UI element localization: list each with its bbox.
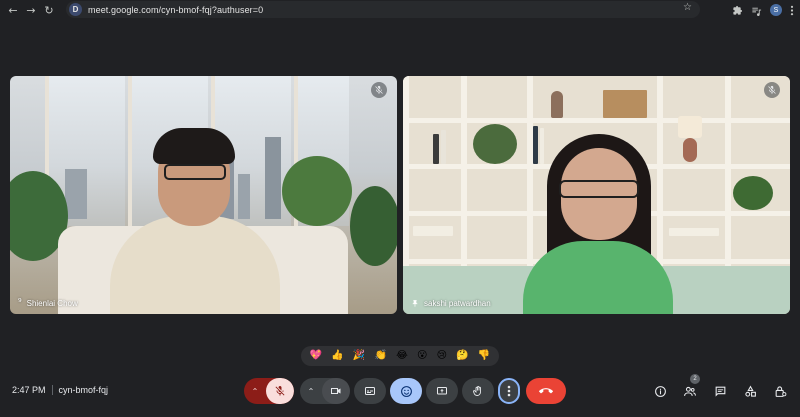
divider [51, 385, 53, 395]
shelf-divider [725, 76, 731, 266]
media-controls-icon[interactable] [751, 5, 762, 16]
mic-muted-icon [764, 82, 780, 98]
mic-control-group: ⌃ [244, 378, 294, 404]
people-button[interactable]: 2 [682, 374, 700, 399]
participant-tile-shienlai[interactable]: ⁹ Shienlai Chow [10, 76, 397, 314]
closed-caption-icon [365, 387, 375, 395]
more-vert-icon [507, 385, 511, 397]
mic-toggle-button[interactable] [266, 378, 294, 404]
bookmark-star-icon[interactable]: ☆ [683, 2, 692, 13]
activities-button[interactable] [742, 383, 758, 399]
profile-avatar[interactable]: S [770, 4, 782, 16]
more-options-button[interactable] [498, 378, 520, 404]
meeting-time: 2:47 PM [12, 385, 46, 395]
book [441, 130, 446, 164]
host-controls-button[interactable] [772, 383, 788, 399]
reaction-thumbs-down[interactable]: 👎 [478, 351, 490, 361]
leave-call-button[interactable] [526, 378, 566, 404]
mic-off-icon [275, 386, 285, 396]
book [413, 226, 453, 236]
address-bar[interactable]: D meet.google.com/cyn-bmof-fqj?authuser=… [66, 1, 700, 18]
chat-button[interactable] [712, 383, 728, 399]
browser-actions: S [732, 0, 800, 20]
reactions-button[interactable] [390, 378, 422, 404]
participant-name: sakshi patwardhan [424, 299, 491, 308]
participant-name-tag: ⁹ Shienlai Chow [18, 298, 78, 308]
call-end-icon [539, 388, 553, 394]
skyline-building [265, 137, 281, 219]
shelf-plant [473, 124, 517, 164]
mic-options-button[interactable]: ⌃ [244, 378, 266, 404]
browser-menu-icon[interactable] [790, 5, 794, 16]
pin-icon [411, 299, 419, 308]
book [433, 134, 439, 164]
chat-icon [715, 386, 725, 397]
url-text[interactable]: meet.google.com/cyn-bmof-fqj?authuser=0 [88, 5, 263, 15]
emoji-icon [400, 385, 412, 397]
forward-icon[interactable]: → [22, 1, 40, 19]
camera-control-group: ⌃ [300, 378, 350, 404]
host-controls-icon [775, 385, 786, 397]
raise-hand-icon [473, 386, 481, 396]
shelf-divider [403, 76, 409, 266]
shelf-divider [461, 76, 467, 266]
lamp [678, 116, 702, 138]
people-icon [684, 386, 696, 396]
participant-name-tag: sakshi patwardhan [411, 299, 491, 308]
meet-stage: ⁹ Shienlai Chow sakshi patwardhan 💖 👍 🎉 … [0, 20, 800, 417]
lamp-base [683, 138, 697, 162]
plant-far-right [350, 186, 397, 266]
book [533, 126, 538, 164]
people-count-badge: 2 [690, 374, 700, 384]
glasses [164, 164, 226, 180]
camera-toggle-button[interactable] [322, 378, 350, 404]
info-icon [654, 385, 666, 397]
camera-options-button[interactable]: ⌃ [300, 378, 322, 404]
shelf-divider [527, 76, 533, 266]
shelf-divider [657, 76, 663, 266]
person-hair [153, 128, 235, 164]
mic-muted-icon [371, 82, 387, 98]
present-screen-icon [437, 387, 447, 395]
reaction-heart[interactable]: 💖 [310, 351, 322, 361]
captions-button[interactable] [354, 378, 386, 404]
reaction-thinking[interactable]: 🤔 [456, 351, 468, 361]
reload-icon[interactable]: ↻ [40, 1, 58, 19]
participant-name: Shienlai Chow [26, 298, 78, 308]
extensions-icon[interactable] [732, 5, 743, 16]
skyline-building [65, 169, 87, 219]
glasses [559, 180, 639, 198]
meeting-details-button[interactable] [652, 383, 668, 399]
book [669, 228, 719, 236]
back-icon[interactable]: ← [4, 1, 22, 19]
reaction-clap[interactable]: 👏 [375, 351, 387, 361]
reaction-thumbs-up[interactable]: 👍 [331, 351, 343, 361]
participant-tile-sakshi[interactable]: sakshi patwardhan [403, 76, 790, 314]
meeting-info: 2:47 PM cyn-bmof-fqj [12, 385, 108, 395]
present-button[interactable] [426, 378, 458, 404]
raise-hand-button[interactable] [462, 378, 494, 404]
skyline-building [238, 174, 250, 219]
reaction-party[interactable]: 🎉 [353, 351, 365, 361]
reaction-surprised[interactable]: 😮 [417, 351, 427, 361]
book [603, 90, 647, 118]
reaction-sad[interactable]: 😢 [437, 351, 447, 361]
shelf-board [403, 118, 790, 123]
videocam-icon [331, 388, 341, 394]
plant-right [282, 156, 352, 226]
activities-icon [744, 385, 756, 397]
side-panel-controls: 2 [652, 374, 788, 399]
presentation-pin-icon: ⁹ [18, 298, 22, 308]
browser-toolbar: ← → ↻ D meet.google.com/cyn-bmof-fqj?aut… [0, 0, 800, 20]
reactions-bar: 💖 👍 🎉 👏 😂 😮 😢 🤔 👎 [301, 346, 499, 366]
book [540, 128, 544, 164]
vase [551, 91, 563, 118]
meeting-code: cyn-bmof-fqj [58, 385, 109, 395]
site-info-icon[interactable]: D [69, 3, 82, 16]
shelf-plant [733, 176, 773, 210]
reaction-laugh[interactable]: 😂 [396, 351, 408, 361]
call-controls: ⌃ ⌃ [244, 377, 566, 405]
